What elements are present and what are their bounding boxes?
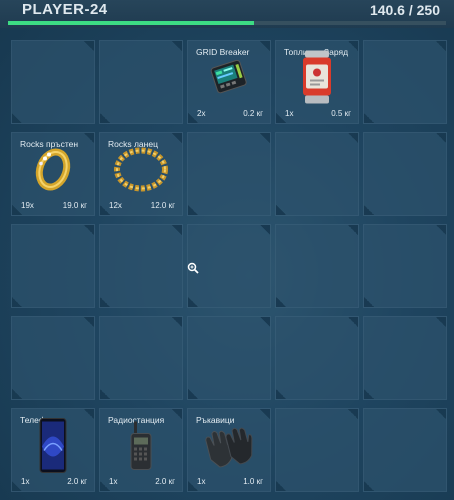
inventory-slot[interactable]: GRID Breaker 2x 0.2 кг <box>187 40 271 124</box>
inventory-slot[interactable] <box>11 316 95 400</box>
item-weight: 0.5 кг <box>331 109 351 118</box>
inventory-slot[interactable]: Ръкавици 1x 1.0 кг <box>187 408 271 492</box>
item-weight: 2.0 кг <box>155 477 175 486</box>
item-weight: 12.0 кг <box>150 201 175 210</box>
inventory-slot[interactable] <box>99 316 183 400</box>
inventory-slot[interactable] <box>363 316 447 400</box>
gloves-icon <box>201 423 257 474</box>
item-quantity: 12x <box>109 201 122 210</box>
item-weight: 0.2 кг <box>243 109 263 118</box>
inventory-slot[interactable] <box>275 224 359 308</box>
inventory-slot[interactable] <box>11 40 95 124</box>
inventory-slot[interactable] <box>275 132 359 216</box>
item-quantity: 1x <box>109 477 118 486</box>
item-weight: 19.0 кг <box>62 201 87 210</box>
item-weight: 2.0 кг <box>67 477 87 486</box>
inventory-slot[interactable] <box>187 132 271 216</box>
phone-icon <box>38 417 68 480</box>
radio-icon <box>128 420 154 477</box>
weight-display: 140.6 / 250 <box>369 2 440 18</box>
inventory-header: PLAYER-24 140.6 / 250 <box>0 0 454 28</box>
cursor-icon <box>187 262 199 274</box>
inventory-slot[interactable] <box>363 224 447 308</box>
player-name: PLAYER-24 <box>22 1 108 18</box>
inventory-slot[interactable] <box>363 408 447 492</box>
inventory-slot[interactable] <box>275 408 359 492</box>
weight-bar-fill <box>8 21 255 25</box>
item-quantity: 1x <box>285 109 294 118</box>
inventory-grid: GRID Breaker 2x 0.2 кг Топлинен Заряд 1x 0.5 … <box>11 40 447 492</box>
inventory-slot[interactable] <box>99 224 183 308</box>
item-quantity: 1x <box>197 477 206 486</box>
inventory-slot[interactable] <box>363 132 447 216</box>
inventory-slot[interactable]: Телефон 1x 2.0 кг <box>11 408 95 492</box>
inventory-slot[interactable] <box>363 40 447 124</box>
thermal-charge-icon <box>300 49 334 112</box>
inventory-slot[interactable] <box>11 224 95 308</box>
item-quantity: 2x <box>197 109 206 118</box>
gold-chain-icon <box>113 146 169 199</box>
inventory-slot[interactable]: Rocks ланец 12x 12.0 кг <box>99 132 183 216</box>
inventory-slot[interactable] <box>275 316 359 400</box>
inventory-slot[interactable]: Радиостанция 1x 2.0 кг <box>99 408 183 492</box>
inventory-slot[interactable] <box>187 316 271 400</box>
item-weight: 1.0 кг <box>243 477 263 486</box>
item-quantity: 19x <box>21 201 34 210</box>
inventory-slot[interactable]: Топлинен Заряд 1x 0.5 кг <box>275 40 359 124</box>
weight-bar <box>8 21 446 25</box>
gold-ring-icon <box>31 147 75 198</box>
inventory-slot[interactable] <box>187 224 271 308</box>
handheld-device-icon <box>204 56 254 105</box>
inventory-slot[interactable]: Rocks пръстен 19x 19.0 кг <box>11 132 95 216</box>
inventory-slot[interactable] <box>99 40 183 124</box>
item-quantity: 1x <box>21 477 30 486</box>
